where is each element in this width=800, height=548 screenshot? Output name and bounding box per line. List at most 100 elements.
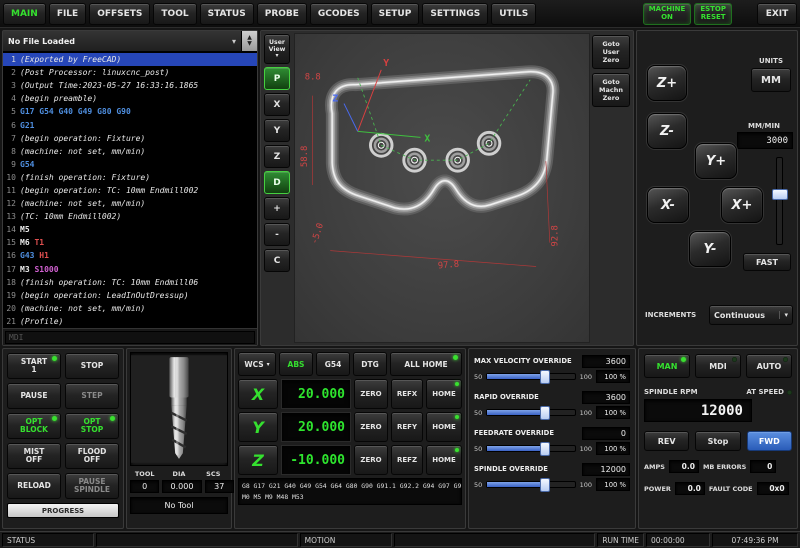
jog-y-plus-button[interactable]: Y+	[695, 143, 737, 179]
gcode-line[interactable]: 21(Profile)	[3, 315, 257, 328]
spindle-stop-button[interactable]: Stop	[695, 431, 740, 451]
opt-block-button[interactable]: OPT BLOCK	[7, 413, 61, 439]
gcode-line[interactable]: 12(machine: not set, mm/min)	[3, 197, 257, 210]
feedrate-override-slider-handle[interactable]	[540, 442, 550, 456]
units-mm-button[interactable]: MM	[751, 68, 791, 92]
gcode-line[interactable]: 17M3 S1000	[3, 263, 257, 276]
menu-item-setup[interactable]: SETUP	[371, 3, 420, 25]
spindle-fwd-button[interactable]: FWD	[747, 431, 792, 451]
start-button[interactable]: START 1	[7, 353, 61, 379]
opt-stop-button[interactable]: OPT STOP	[65, 413, 119, 439]
goto-machine-zero-button[interactable]: Goto Machn Zero	[592, 73, 630, 107]
jog-feed-value[interactable]: 3000	[737, 132, 793, 149]
axis-z-value[interactable]: -10.000	[281, 445, 351, 475]
gcode-line[interactable]: 13(TC: 10mm Endmill002)	[3, 210, 257, 223]
jog-speed-slider-handle[interactable]	[772, 189, 788, 200]
view-button-x[interactable]: X	[264, 93, 290, 116]
gcode-line[interactable]: 2(Post Processor: linuxcnc_post)	[3, 66, 257, 79]
gcode-line[interactable]: 8(machine: not set, mm/min)	[3, 145, 257, 158]
rapid-override-slider[interactable]	[486, 409, 575, 416]
jog-z-plus-button[interactable]: Z+	[647, 65, 687, 101]
axis-x-button[interactable]: X	[238, 379, 278, 409]
axis-z-button[interactable]: Z	[238, 445, 278, 475]
view-button-y[interactable]: Y	[264, 119, 290, 142]
abs-button[interactable]: ABS	[279, 352, 313, 376]
menu-item-gcodes[interactable]: GCODES	[310, 3, 368, 25]
fast-button[interactable]: FAST	[743, 253, 791, 271]
auto-mode-button[interactable]: AUTO	[746, 354, 792, 378]
gcode-line[interactable]: 7(begin operation: Fixture)	[3, 132, 257, 145]
jog-x-minus-button[interactable]: X-	[647, 187, 689, 223]
spindle-override-slider-handle[interactable]	[540, 478, 550, 492]
gcode-line[interactable]: 20(machine: not set, mm/min)	[3, 302, 257, 315]
step-button[interactable]: STEP	[65, 383, 119, 409]
menu-item-status[interactable]: STATUS	[200, 3, 254, 25]
ref-x-button[interactable]: REFX	[391, 379, 423, 409]
exit-button[interactable]: EXIT	[757, 3, 797, 25]
stop-button[interactable]: STOP	[65, 353, 119, 379]
view-button-d[interactable]: D	[264, 171, 290, 194]
file-scroll-buttons[interactable]: ▲ ▼	[241, 31, 257, 51]
g54-button[interactable]: G54	[316, 352, 350, 376]
home-y-button[interactable]: HOME	[426, 412, 462, 442]
file-selector-combo[interactable]: No File Loaded ▾	[3, 31, 241, 51]
zero-y-button[interactable]: ZERO	[354, 412, 388, 442]
man-mode-button[interactable]: MAN	[644, 354, 690, 378]
gcode-line[interactable]: 19(begin operation: LeadInOutDressup)	[3, 289, 257, 302]
max-velocity-slider[interactable]	[486, 373, 575, 380]
view-button-p[interactable]: P	[264, 67, 290, 90]
gcode-line[interactable]: 16G43 H1	[3, 249, 257, 262]
gcode-line[interactable]: 11(begin operation: TC: 10mm Endmill002	[3, 184, 257, 197]
estop-reset-button[interactable]: ESTOP RESET	[694, 3, 732, 25]
gcode-line[interactable]: 3(Output Time:2023-05-27 16:33:16.1865	[3, 79, 257, 92]
zero-z-button[interactable]: ZERO	[354, 445, 388, 475]
spindle-rev-button[interactable]: REV	[644, 431, 689, 451]
home-z-button[interactable]: HOME	[426, 445, 462, 475]
menu-item-tool[interactable]: TOOL	[153, 3, 196, 25]
mdi-mode-button[interactable]: MDI	[695, 354, 741, 378]
gcode-line[interactable]: 9G54	[3, 158, 257, 171]
axis-y-value[interactable]: 20.000	[281, 412, 351, 442]
menu-item-file[interactable]: FILE	[49, 3, 86, 25]
max-velocity-slider-handle[interactable]	[540, 370, 550, 384]
flood-button[interactable]: FLOOD OFF	[65, 443, 119, 469]
pause-button[interactable]: PAUSE	[7, 383, 61, 409]
jog-speed-slider[interactable]	[776, 157, 783, 245]
mdi-input[interactable]	[5, 331, 255, 344]
gcode-listing[interactable]: 1(Exported by FreeCAD)2(Post Processor: …	[3, 52, 257, 328]
menu-item-settings[interactable]: SETTINGS	[422, 3, 488, 25]
menu-item-utils[interactable]: UTILS	[491, 3, 536, 25]
view-button-zoom-out[interactable]: -	[264, 223, 290, 246]
gcode-line[interactable]: 5G17 G54 G40 G49 G80 G90	[3, 105, 257, 118]
gcode-line[interactable]: 15M6 T1	[3, 236, 257, 249]
menu-item-probe[interactable]: PROBE	[257, 3, 307, 25]
view-button-c[interactable]: C	[264, 249, 290, 272]
feedrate-override-slider[interactable]	[486, 445, 575, 452]
gcode-line[interactable]: 4(begin preamble)	[3, 92, 257, 105]
gcode-line[interactable]: 14M5	[3, 223, 257, 236]
ref-z-button[interactable]: REFZ	[391, 445, 423, 475]
mist-button[interactable]: MIST OFF	[7, 443, 61, 469]
ref-y-button[interactable]: REFY	[391, 412, 423, 442]
jog-x-plus-button[interactable]: X+	[721, 187, 763, 223]
gcode-line[interactable]: 6G21	[3, 118, 257, 131]
menu-item-main[interactable]: MAIN	[3, 3, 46, 25]
view-button-z[interactable]: Z	[264, 145, 290, 168]
preview-canvas[interactable]: Y Z X 8.8 58.8 -5.0 97.8 92.8	[294, 33, 590, 343]
machine-on-button[interactable]: MACHINE ON	[643, 3, 692, 25]
spindle-override-slider[interactable]	[486, 481, 575, 488]
zero-x-button[interactable]: ZERO	[354, 379, 388, 409]
gcode-line[interactable]: 10(finish operation: Fixture)	[3, 171, 257, 184]
reload-button[interactable]: RELOAD	[7, 473, 61, 499]
gcode-line[interactable]: 18(finish operation: TC: 10mm Endmill06	[3, 276, 257, 289]
jog-y-minus-button[interactable]: Y-	[689, 231, 731, 267]
menu-item-offsets[interactable]: OFFSETS	[89, 3, 150, 25]
rapid-override-slider-handle[interactable]	[540, 406, 550, 420]
axis-x-value[interactable]: 20.000	[281, 379, 351, 409]
wcs-button[interactable]: WCS ▾	[238, 352, 276, 376]
view-button-user-view[interactable]: User View▾	[264, 34, 290, 64]
gcode-line[interactable]: 1(Exported by FreeCAD)	[3, 53, 257, 66]
pause-spindle-button[interactable]: PAUSE SPINDLE	[65, 473, 119, 499]
view-button-zoom-in[interactable]: +	[264, 197, 290, 220]
jog-z-minus-button[interactable]: Z-	[647, 113, 687, 149]
